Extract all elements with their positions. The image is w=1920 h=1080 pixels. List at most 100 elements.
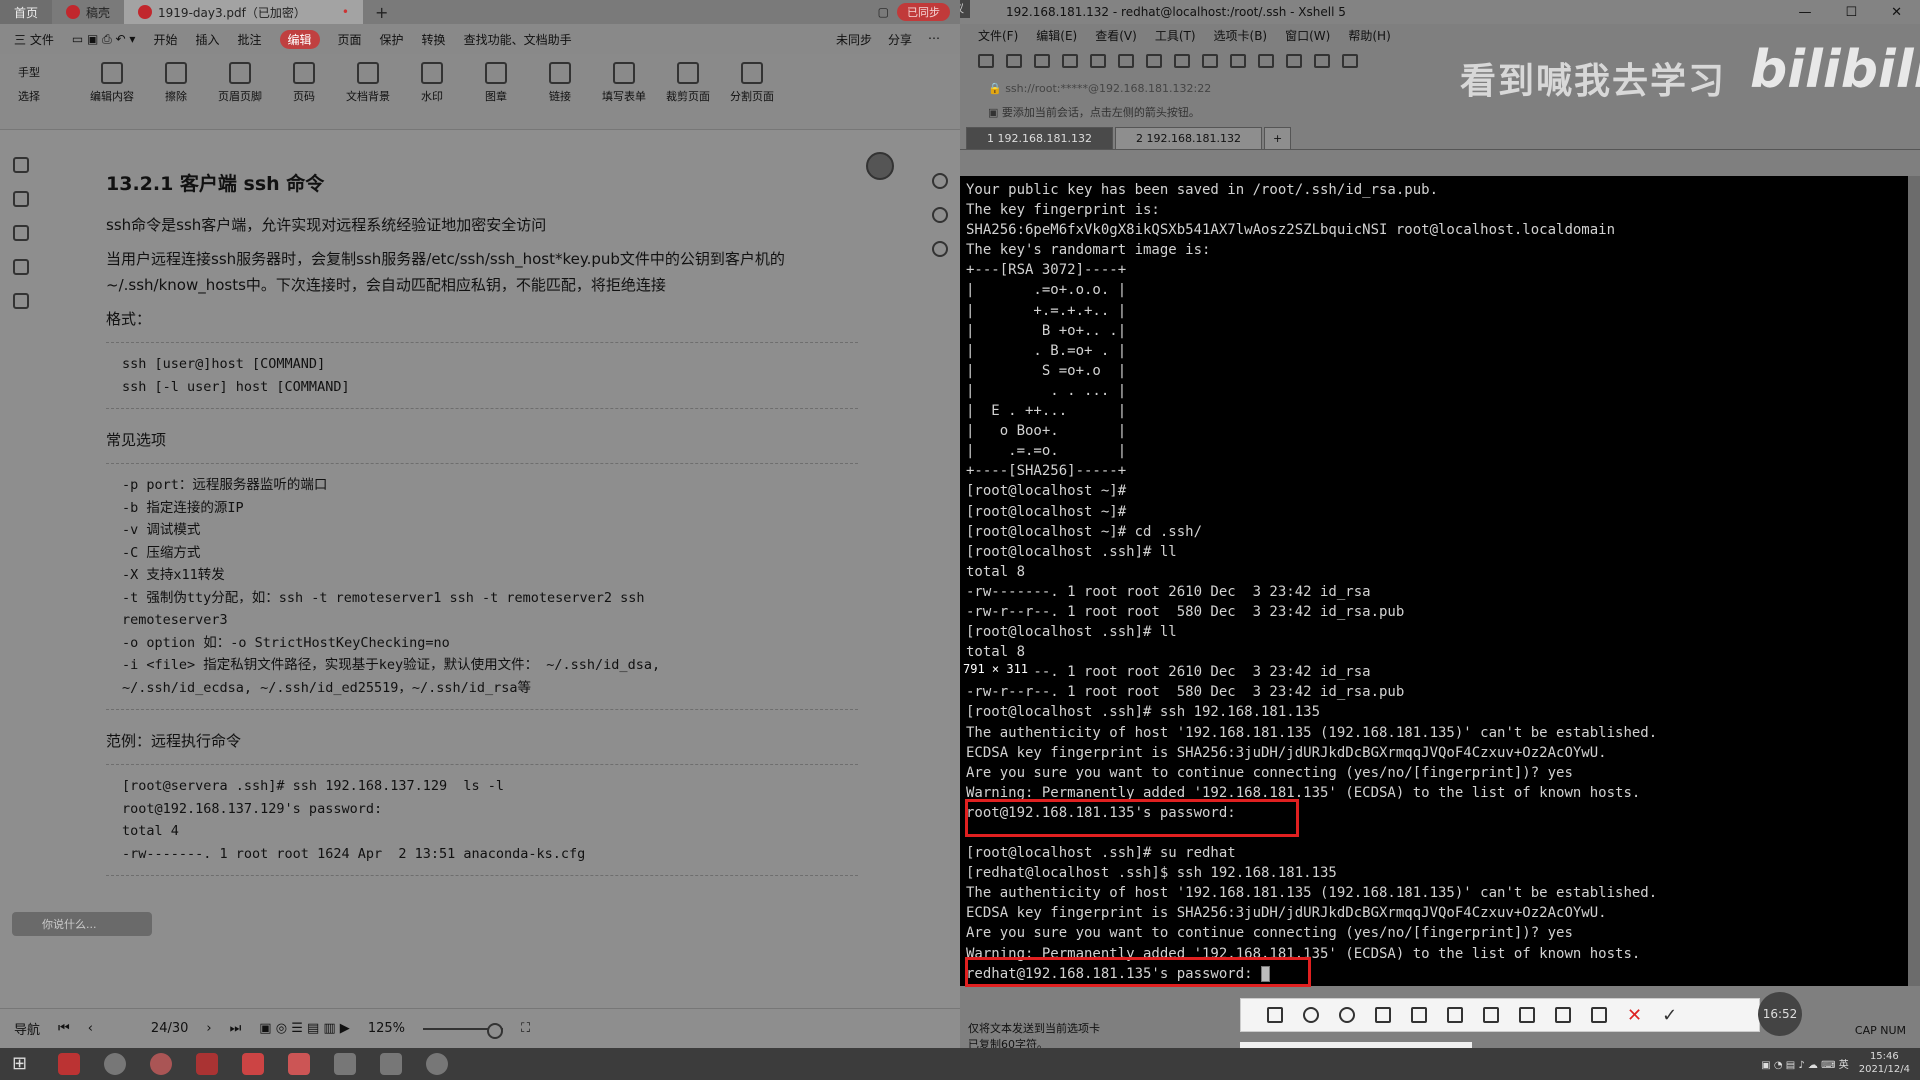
app-icon-6[interactable] [288,1053,310,1075]
help-icon[interactable] [932,207,948,223]
menu-page[interactable]: 页面 [338,31,362,48]
hand-tool[interactable]: 手型 [18,64,80,80]
confirm-icon[interactable]: ✓ [1662,1005,1677,1026]
paste-icon[interactable] [1118,54,1134,68]
menu-convert[interactable]: 转换 [422,31,446,48]
quick-access-icons[interactable]: ▭ ▣ ⎙ ↶ ▾ [72,32,136,47]
app-icon-5[interactable] [242,1053,264,1075]
menu-view[interactable]: 查看(V) [1095,27,1137,44]
menu-file[interactable]: 三 文件 [14,31,54,48]
app-icon-4[interactable] [196,1053,218,1075]
print-icon[interactable] [1174,54,1190,68]
menu-tabs[interactable]: 选项卡(B) [1214,27,1268,44]
pen-icon[interactable] [1411,1007,1427,1023]
tool-watermark[interactable]: 水印 [400,62,464,104]
minimize-icon[interactable]: — [1798,5,1811,20]
copy-icon[interactable] [1090,54,1106,68]
windows-start-icon[interactable]: ⊞ [12,1053,34,1075]
tool-edit-content[interactable]: 编辑内容 [80,62,144,104]
unsync-button[interactable]: 未同步 [836,31,872,48]
window-layout-icon[interactable]: ▢ [878,5,889,19]
tool-crop[interactable]: 裁剪页面 [656,62,720,104]
next-page-icon[interactable]: › [206,1021,211,1036]
voice-input-bubble[interactable]: 你说什么... [12,912,152,936]
link-icon[interactable] [1034,54,1050,68]
more-icon[interactable]: ⋯ [928,31,940,48]
menu-edit[interactable]: 编辑(E) [1036,27,1077,44]
signature-icon[interactable] [13,293,29,309]
last-page-icon[interactable]: ⏭ [230,1021,242,1036]
download-icon[interactable] [1591,1007,1607,1023]
attachment-icon[interactable] [13,259,29,275]
maximize-icon[interactable]: ☐ [1845,5,1857,20]
text-icon[interactable] [1483,1007,1499,1023]
clock[interactable]: 15:46 2021/12/4 [1859,1050,1910,1076]
tool-stamp[interactable]: 图章 [464,62,528,104]
menu-edit[interactable]: 编辑 [279,29,320,49]
translate-icon[interactable] [932,173,948,189]
nav-button[interactable]: 导航 [14,1019,40,1038]
fullscreen-icon[interactable] [1342,54,1358,68]
zoom-level[interactable]: 125% [368,1021,405,1036]
floating-tool-button[interactable] [866,152,894,180]
share-icon[interactable] [1555,1007,1571,1023]
tool-form[interactable]: 填写表单 [592,62,656,104]
globe-icon[interactable] [1230,54,1246,68]
browser-icon[interactable] [150,1053,172,1075]
menu-start[interactable]: 开始 [153,31,177,48]
app-icon-2[interactable] [104,1053,126,1075]
menu-annotate[interactable]: 批注 [237,31,261,48]
terminal-scrollbar[interactable] [1908,176,1920,986]
session-tab-1[interactable]: 1 192.168.181.132 [966,127,1113,149]
view-mode-icons[interactable]: ▣ ◎ ☰ ▤ ▥ ▶ [259,1021,350,1036]
tool-link[interactable]: 链接 [528,62,592,104]
transfer-icon[interactable] [1202,54,1218,68]
tool-split[interactable]: 分割页面 [720,62,784,104]
session-tab-2[interactable]: 2 192.168.181.132 [1114,127,1262,149]
find-icon[interactable] [1146,54,1162,68]
close-tab-icon[interactable]: • [342,5,349,19]
zoom-slider[interactable] [422,1022,503,1039]
script-icon[interactable] [1286,54,1302,68]
app-icon-1[interactable] [58,1053,80,1075]
close-icon[interactable]: ✕ [1891,5,1902,20]
page-indicator[interactable]: 24/30 [151,1021,188,1036]
tray-icons[interactable]: ▣ ◔ ▤ ♪ ☁ ⌨ 英 [1761,1056,1849,1071]
tool-background[interactable]: 文档背景 [336,62,400,104]
meeting-badge[interactable]: 腾讯会议 [960,0,970,18]
add-session-tab-button[interactable]: + [1263,127,1292,149]
mosaic-icon[interactable] [1447,1007,1463,1023]
menu-protect[interactable]: 保护 [380,31,404,48]
recording-clock-badge[interactable]: 16:52 [1758,992,1802,1036]
tool-page-number[interactable]: 页码 [272,62,336,104]
menu-window[interactable]: 窗口(W) [1285,27,1330,44]
tool-erase[interactable]: 擦除 [144,62,208,104]
tab-document[interactable]: 1919-day3.pdf（已加密） • [124,0,363,24]
app-icon-8[interactable] [380,1053,402,1075]
settings-icon[interactable] [932,241,948,257]
new-tab-button[interactable]: + [363,0,400,24]
fullscreen-icon[interactable]: ⛶ [521,1021,530,1036]
arrow-icon[interactable] [1375,1007,1391,1023]
menu-tools[interactable]: 工具(T) [1155,27,1196,44]
sync-status-badge[interactable]: 已同步 [897,3,950,21]
tab-home[interactable]: 首页 [0,0,53,24]
ellipse-icon[interactable] [1303,1007,1319,1023]
font-icon[interactable] [1258,54,1274,68]
menu-file[interactable]: 文件(F) [978,27,1018,44]
new-session-icon[interactable] [978,54,994,68]
share-button[interactable]: 分享 [888,31,912,48]
prev-page-icon[interactable]: ‹ [88,1021,93,1036]
text-editor-icon[interactable] [334,1053,356,1075]
app-icon-9[interactable] [426,1053,448,1075]
first-page-icon[interactable]: ⏮ [58,1021,70,1036]
rectangle-icon[interactable] [1267,1007,1283,1023]
bookmark-icon[interactable] [13,157,29,173]
thumbnail-icon[interactable] [13,191,29,207]
lock-icon[interactable] [1314,54,1330,68]
select-tool[interactable]: 选择 [18,88,80,104]
properties-icon[interactable] [1062,54,1078,68]
tool-header-footer[interactable]: 页眉页脚 [208,62,272,104]
comment-icon[interactable] [13,225,29,241]
open-icon[interactable] [1006,54,1022,68]
